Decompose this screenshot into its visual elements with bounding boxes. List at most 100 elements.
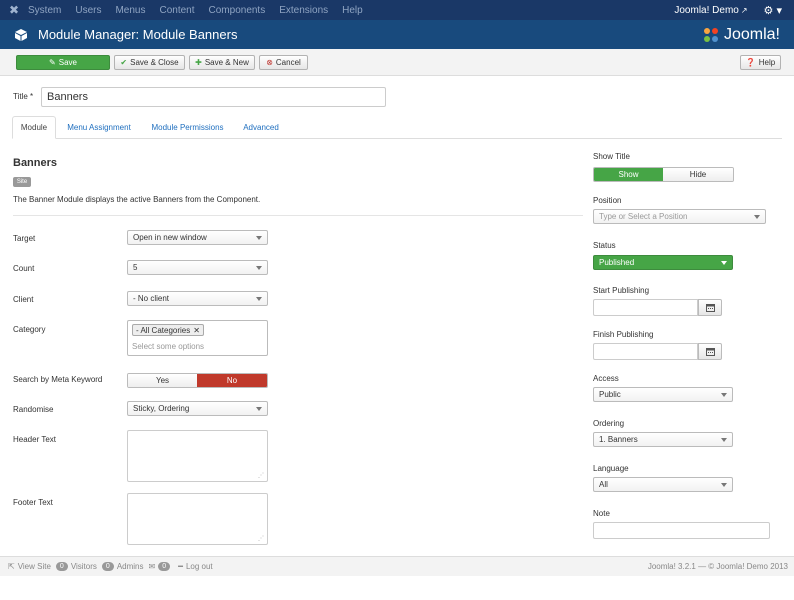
finish-publishing-input[interactable] bbox=[593, 343, 698, 360]
messages-count: 0 bbox=[158, 562, 171, 571]
count-select[interactable]: 5 bbox=[127, 260, 268, 275]
view-site-link[interactable]: ⇱ View Site bbox=[8, 562, 51, 571]
top-navbar: ✖ System Users Menus Content Components … bbox=[0, 0, 794, 20]
randomise-value: Sticky, Ordering bbox=[133, 404, 190, 413]
resize-grip-icon[interactable]: ⋰ bbox=[258, 472, 264, 479]
save-close-button[interactable]: ✔ Save & Close bbox=[114, 55, 185, 70]
ordering-select[interactable]: 1. Banners bbox=[593, 432, 733, 447]
caret-down-icon bbox=[754, 215, 760, 219]
calendar-icon bbox=[705, 303, 715, 312]
show-title-label: Show Title bbox=[593, 152, 630, 161]
calendar-icon bbox=[705, 347, 715, 356]
show-button[interactable]: Show bbox=[594, 168, 663, 181]
title-input[interactable]: Banners bbox=[41, 87, 386, 107]
menu-help[interactable]: Help bbox=[342, 5, 363, 16]
note-label: Note bbox=[593, 509, 610, 518]
access-select[interactable]: Public bbox=[593, 387, 733, 402]
menu-content[interactable]: Content bbox=[159, 5, 194, 16]
module-description: The Banner Module displays the active Ba… bbox=[13, 195, 261, 204]
save-new-button[interactable]: ✚ Save & New bbox=[189, 55, 255, 70]
close-icon[interactable]: ✕ bbox=[193, 326, 200, 335]
joomla-menu-icon[interactable]: ✖ bbox=[0, 3, 28, 17]
help-button[interactable]: ❓ Help bbox=[740, 55, 781, 70]
category-chip-label: - All Categories bbox=[136, 325, 191, 335]
start-publishing-input[interactable] bbox=[593, 299, 698, 316]
tab-module-permissions[interactable]: Module Permissions bbox=[144, 116, 231, 139]
menu-users[interactable]: Users bbox=[75, 5, 101, 16]
note-input[interactable] bbox=[593, 522, 770, 539]
edit-icon: ✎ bbox=[49, 58, 56, 67]
status-label: Status bbox=[593, 241, 616, 250]
site-badge: Site bbox=[13, 177, 31, 187]
resize-grip-icon[interactable]: ⋰ bbox=[258, 535, 264, 542]
caret-down-icon bbox=[256, 297, 262, 301]
cancel-label: Cancel bbox=[275, 58, 301, 67]
meta-yes-button[interactable]: Yes bbox=[128, 374, 197, 387]
joomla-logo: Joomla! bbox=[702, 26, 780, 44]
messages-item[interactable]: ✉ 0 bbox=[149, 562, 174, 571]
caret-down-icon bbox=[256, 236, 262, 240]
cancel-button[interactable]: ⊗ Cancel bbox=[259, 55, 308, 70]
finish-calendar-button[interactable] bbox=[698, 343, 722, 360]
save-button[interactable]: ✎ Save bbox=[16, 55, 110, 70]
count-label: Count bbox=[13, 264, 35, 273]
category-chip: - All Categories ✕ bbox=[132, 324, 204, 336]
hide-button[interactable]: Hide bbox=[663, 168, 733, 181]
category-multiselect[interactable]: - All Categories ✕ Select some options bbox=[127, 320, 268, 356]
ordering-label: Ordering bbox=[593, 419, 625, 428]
external-link-icon: ↗ bbox=[740, 5, 748, 15]
randomise-select[interactable]: Sticky, Ordering bbox=[127, 401, 268, 416]
footer-text-area[interactable]: ⋰ bbox=[127, 493, 268, 545]
caret-down-icon bbox=[721, 261, 727, 265]
target-select[interactable]: Open in new window bbox=[127, 230, 268, 245]
divider bbox=[13, 215, 583, 216]
title-label: Title * bbox=[13, 92, 34, 101]
visitors-label: Visitors bbox=[70, 562, 97, 571]
language-label: Language bbox=[593, 464, 629, 473]
save-label: Save bbox=[58, 58, 77, 67]
status-select[interactable]: Published bbox=[593, 255, 733, 270]
start-calendar-button[interactable] bbox=[698, 299, 722, 316]
copyright: Joomla! 3.2.1 — © Joomla! Demo 2013 bbox=[647, 562, 788, 571]
admins-label: Admins bbox=[116, 562, 144, 571]
header-text-area[interactable]: ⋰ bbox=[127, 430, 268, 482]
page-header: Module Manager: Module Banners Joomla! bbox=[0, 20, 794, 49]
save-new-label: Save & New bbox=[204, 58, 249, 67]
tab-menu-assignment[interactable]: Menu Assignment bbox=[60, 116, 138, 139]
logout-link[interactable]: ━ Log out bbox=[178, 562, 213, 571]
site-link[interactable]: Joomla! Demo ↗ bbox=[674, 5, 747, 16]
tab-module[interactable]: Module bbox=[12, 116, 56, 139]
header-text-label: Header Text bbox=[13, 435, 56, 444]
minus-icon: ━ bbox=[178, 562, 183, 571]
category-label: Category bbox=[13, 325, 46, 334]
toolbar: ✎ Save ✔ Save & Close ✚ Save & New ⊗ Cancel … bbox=[0, 49, 794, 76]
client-select[interactable]: - No client bbox=[127, 291, 268, 306]
tab-advanced[interactable]: Advanced bbox=[237, 116, 285, 139]
menu-system[interactable]: System bbox=[28, 5, 61, 16]
admins-count: 0 bbox=[101, 562, 114, 571]
plus-icon: ✚ bbox=[195, 58, 202, 67]
menu-components[interactable]: Components bbox=[209, 5, 266, 16]
meta-no-button[interactable]: No bbox=[197, 374, 267, 387]
access-value: Public bbox=[599, 390, 621, 399]
visitors-count: 0 bbox=[55, 562, 68, 571]
menu-extensions[interactable]: Extensions bbox=[279, 5, 328, 16]
title-value: Banners bbox=[47, 91, 88, 103]
joomla-wordmark: Joomla! bbox=[723, 25, 780, 43]
menu-menus[interactable]: Menus bbox=[115, 5, 145, 16]
position-label: Position bbox=[593, 196, 622, 205]
main-menu: System Users Menus Content Components Ex… bbox=[28, 5, 377, 16]
caret-down-icon bbox=[721, 438, 727, 442]
client-value: - No client bbox=[133, 294, 170, 303]
client-label: Client bbox=[13, 295, 34, 304]
page-title: Module Manager: Module Banners bbox=[38, 27, 238, 42]
admins-item: 0 Admins bbox=[101, 562, 144, 571]
position-select[interactable]: Type or Select a Position bbox=[593, 209, 766, 224]
language-select[interactable]: All bbox=[593, 477, 733, 492]
meta-keyword-toggle: Yes No bbox=[127, 373, 268, 388]
footer-text-label: Footer Text bbox=[13, 498, 53, 507]
caret-down-icon bbox=[721, 393, 727, 397]
randomise-label: Randomise bbox=[13, 405, 54, 414]
gear-icon[interactable]: ⚙ ▾ bbox=[764, 4, 782, 17]
tab-bar: Module Menu Assignment Module Permission… bbox=[12, 116, 782, 139]
